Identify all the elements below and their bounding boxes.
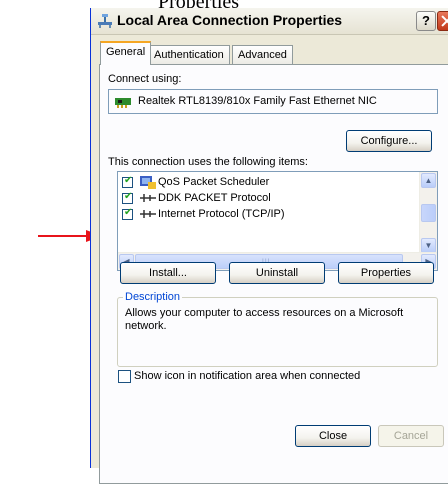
uninstall-button[interactable]: Uninstall <box>229 262 325 284</box>
qos-checkbox[interactable] <box>122 175 133 188</box>
close-window-button[interactable] <box>437 11 448 31</box>
description-text: Allows your computer to access resources… <box>125 307 404 332</box>
tcpip-checkbox[interactable] <box>122 207 133 220</box>
close-button[interactable]: Close <box>295 425 371 447</box>
scroll-down-icon[interactable]: ▼ <box>421 238 436 253</box>
title-bar: Local Area Connection Properties ? <box>91 8 448 35</box>
tab-advanced[interactable]: Advanced <box>232 45 293 64</box>
protocol-icon <box>140 210 156 218</box>
qos-label: QoS Packet Scheduler <box>158 176 270 188</box>
ddk-checkbox[interactable] <box>122 191 133 204</box>
help-button[interactable]: ? <box>416 11 436 31</box>
tab-authentication[interactable]: Authentication <box>148 45 230 64</box>
vertical-scrollbar[interactable]: ▲ ▼ <box>419 172 437 254</box>
network-connection-icon <box>98 14 112 28</box>
scroll-up-icon[interactable]: ▲ <box>421 173 436 188</box>
description-title: Description <box>123 291 183 303</box>
install-button[interactable]: Install... <box>120 262 216 284</box>
adapter-name: Realtek RTL8139/810x Family Fast Etherne… <box>138 95 377 107</box>
show-icon-checkbox[interactable] <box>118 370 131 383</box>
adapter-field: Realtek RTL8139/810x Family Fast Etherne… <box>108 89 438 114</box>
network-card-icon <box>115 98 131 108</box>
items-label: This connection uses the following items… <box>108 156 308 168</box>
window-title: Local Area Connection Properties <box>117 12 343 28</box>
cancel-button[interactable]: Cancel <box>378 425 444 447</box>
items-list[interactable]: QoS Packet Scheduler DDK PACKET Protocol… <box>117 171 438 271</box>
connect-using-label: Connect using: <box>108 73 182 85</box>
protocol-icon <box>140 194 156 202</box>
show-icon-label[interactable]: Show icon in notification area when conn… <box>134 370 360 382</box>
ddk-label: DDK PACKET Protocol <box>158 192 271 204</box>
tab-general[interactable]: General <box>100 41 152 65</box>
qos-icon <box>140 176 156 189</box>
properties-button[interactable]: Properties <box>338 262 434 284</box>
scroll-thumb[interactable] <box>421 204 436 222</box>
configure-button[interactable]: Configure... <box>346 130 432 152</box>
tcpip-label: Internet Protocol (TCP/IP) <box>158 208 285 220</box>
